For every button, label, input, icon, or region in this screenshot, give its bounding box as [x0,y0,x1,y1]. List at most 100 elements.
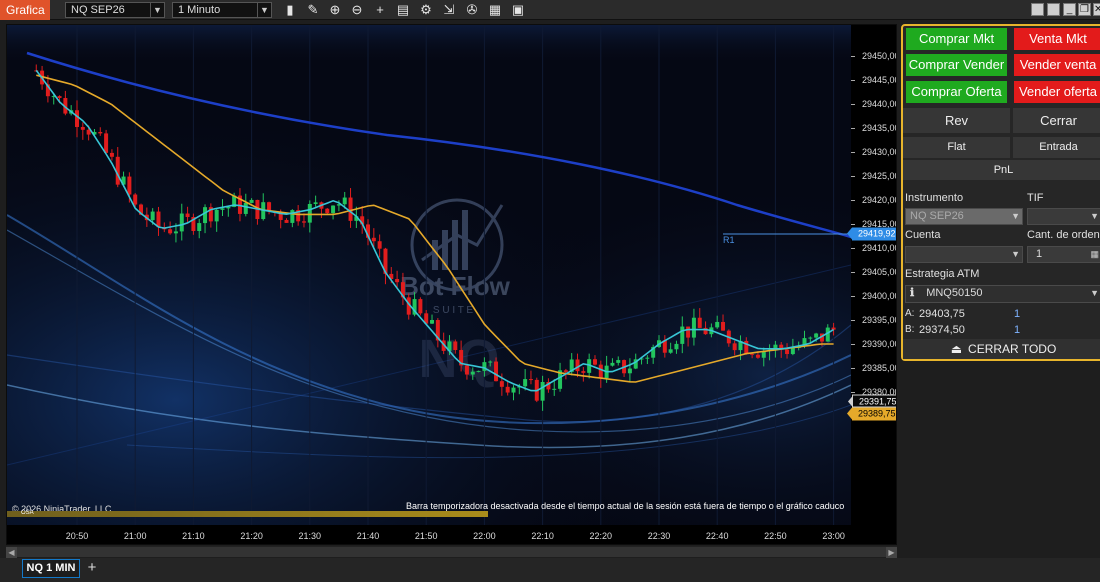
chevron-down-icon: ▼ [1090,211,1099,221]
y-tick-label: 29450,00 [862,51,897,61]
candle-body [453,341,458,351]
close-position-button[interactable]: Cerrar [1013,108,1100,133]
time-axis[interactable]: 20:50 21:00 21:10 21:20 21:30 21:40 21:50 22:00… [7,525,896,544]
pin-icon[interactable]: ⇲ [441,2,457,18]
buy-bid-button[interactable]: Comprar Vender [906,54,1007,76]
instrument-label: Instrumento [905,192,964,204]
tif-select[interactable]: ▼ [1027,208,1100,225]
x-tick-label: 22:00 [473,531,496,541]
sell-bid-button[interactable]: Vender oferta [1014,81,1100,103]
candle-body [284,219,289,223]
atm-strategy-select[interactable]: ℹ MNQ50150 ▼ [905,285,1100,303]
tab-nq-1-min[interactable]: NQ 1 MIN [22,559,80,578]
last-price-tag: 29391,75 [848,394,896,408]
candle-body [598,364,603,379]
close-all-button[interactable]: ⏏ CERRAR TODO [903,339,1100,359]
add-tab-button[interactable]: + [82,559,102,578]
instrument-selector[interactable]: NQ SEP26 ▼ [65,2,165,18]
candle-body [377,241,382,249]
candle-body [371,237,376,242]
y-tick-label: 29445,00 [862,75,897,85]
window-grey-icon[interactable] [1031,3,1044,16]
candle-body [645,357,650,359]
horizontal-scrollbar[interactable]: ◀ ▶ [6,546,897,558]
app-tab-grafica[interactable]: Grafica [0,0,50,20]
restore-icon[interactable]: ❐ [1078,3,1091,16]
minimize-icon[interactable]: _ [1063,3,1076,16]
window-grey-icon[interactable] [1047,3,1060,16]
candle-body [203,207,208,224]
properties-sheet-icon[interactable]: ▦ [487,2,503,18]
x-tick-label: 21:40 [356,531,380,541]
ask-quantity: 1 [1014,308,1021,320]
account-label: Cuenta [905,229,941,241]
account-select[interactable]: ▼ [905,246,1023,263]
x-tick-label: 20:50 [65,531,89,541]
y-tick-mark [851,392,855,393]
candle-body [511,387,516,393]
watermark-brand: Bot Flow [400,271,511,301]
pencil-icon[interactable]: ✎ [305,2,321,18]
zoom-out-icon[interactable]: ⊖ [349,2,365,18]
scroll-left-icon[interactable]: ◀ [6,547,17,558]
sell-market-button[interactable]: Venta Mkt [1014,28,1100,50]
chart-trader-panel: Comprar Mkt Venta Mkt Comprar Vender Ven… [901,24,1100,361]
x-tick-label: 22:40 [705,531,729,541]
bar-chart-icon[interactable]: ▮ [282,2,298,18]
candle-body [505,386,510,393]
candle-body [173,231,178,234]
y-tick-mark [851,224,855,225]
chart-canvas: Bot Flow S U I T E NQ [7,25,851,525]
crosshair-icon[interactable]: + [372,2,388,18]
candle-body [127,176,132,195]
chart-plot[interactable]: Bot Flow S U I T E NQ R1 © 2026 NinjaTra… [7,25,851,525]
toggle-panel-icon[interactable]: ▣ [510,2,526,18]
candle-body [808,337,813,339]
candle-body [150,211,155,221]
x-tick-label: 22:50 [764,531,787,541]
candle-body [464,365,469,375]
candle-body [156,211,161,228]
candle-body [691,317,696,338]
zoom-in-icon[interactable]: ⊕ [327,2,343,18]
bid-quantity: 1 [1014,324,1021,336]
candle-body [686,326,691,338]
strategy-icon[interactable]: ⚙ [418,2,434,18]
scroll-right-icon[interactable]: ▶ [886,547,897,558]
candle-body [57,96,62,99]
candle-body [494,361,499,382]
close-icon[interactable]: ✕ [1093,3,1100,16]
candle-body [732,343,737,351]
candle-body [220,208,225,210]
properties-icon[interactable]: ▤ [395,2,411,18]
candle-body [418,299,423,314]
candle-body [470,371,475,375]
candle-body [581,371,586,373]
candle-body [342,197,347,205]
price-axis[interactable]: 29450,00 29445,00 29440,00 29435,00 29430,00… [851,25,897,525]
x-tick-label: 21:50 [414,531,438,541]
buy-ask-button[interactable]: Comprar Oferta [906,81,1007,103]
x-tick-label: 23:00 [822,531,845,541]
buy-market-button[interactable]: Comprar Mkt [906,28,1007,50]
y-tick-mark [851,320,855,321]
pnl-display: PnL [903,160,1100,180]
price-chart[interactable]: Bot Flow S U I T E NQ R1 © 2026 NinjaTra… [6,24,897,545]
chart-trader-icon[interactable]: ✇ [464,2,480,18]
candle-body [249,199,254,203]
candle-body [721,321,726,331]
r1-label: R1 [723,235,735,245]
close-all-icon: ⏏ [950,342,963,356]
x-tick-label: 21:30 [298,531,322,541]
quantity-stepper[interactable]: 1 ▦ [1027,246,1100,263]
r1-price-tag: 29419,92 [847,227,896,241]
sell-ask-button[interactable]: Vender venta [1014,54,1100,76]
reverse-button[interactable]: Rev [903,108,1010,133]
candle-body [592,359,597,365]
candle-body [831,327,836,330]
interval-selector[interactable]: 1 Minuto ▼ [172,2,272,18]
info-icon: ℹ [910,287,915,299]
candle-body [790,347,795,355]
candle-body [313,202,318,204]
ma-price-tag: 29389,75 [847,407,896,421]
